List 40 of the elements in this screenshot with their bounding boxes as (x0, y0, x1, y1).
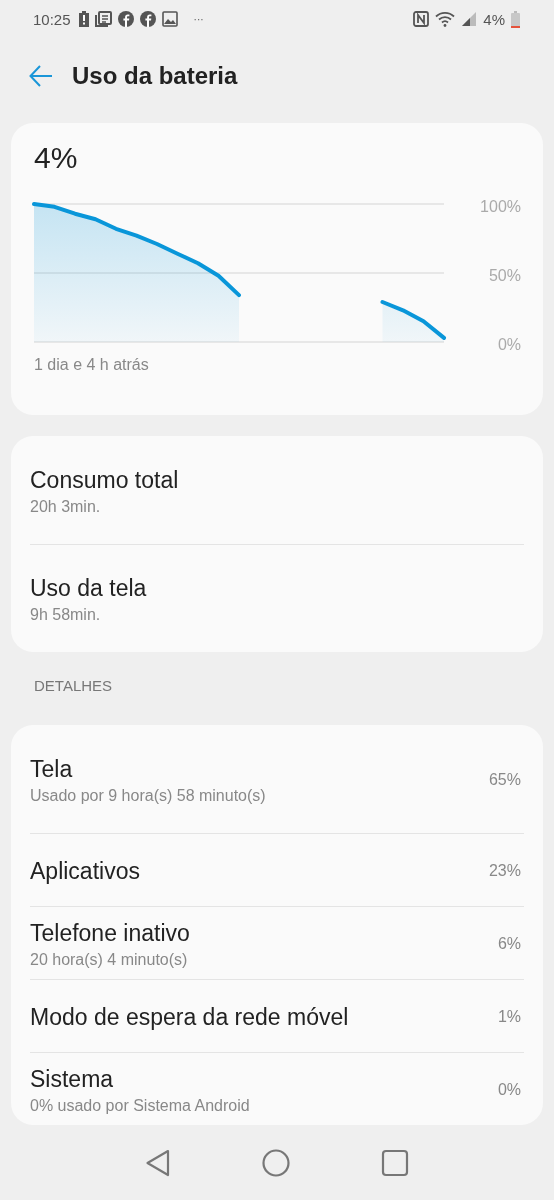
detail-percent: 0% (497, 1081, 521, 1099)
back-arrow-icon[interactable] (29, 65, 53, 87)
detail-title[interactable]: Aplicativos (30, 857, 489, 885)
detail-percent: 6% (497, 935, 521, 953)
axis-label: 50% (488, 267, 521, 284)
axis-label: 100% (480, 198, 521, 215)
axis-label: 0% (497, 336, 521, 353)
battery-icon (511, 10, 520, 28)
back-icon[interactable] (145, 1148, 172, 1177)
detail-subtitle: 0% usado por Sistema Android (30, 1096, 251, 1115)
detail-title[interactable]: Telefone inativo (30, 919, 498, 947)
more-notifications-indicator: ··· (193, 13, 204, 25)
nfc-icon (413, 11, 430, 27)
section-header: DETALHES (33, 676, 114, 696)
page-title: Uso da bateria (72, 62, 238, 90)
detail-title[interactable]: Sistema (30, 1065, 498, 1093)
facebook-icon (139, 11, 156, 27)
news-icon (94, 11, 112, 27)
detail-title[interactable]: Modo de espera da rede móvel (30, 1003, 498, 1031)
signal-icon (461, 11, 478, 27)
home-icon[interactable] (262, 1148, 290, 1177)
summary-value: 20h 3min. (30, 497, 102, 516)
detail-subtitle: 20 hora(s) 4 minuto(s) (30, 950, 189, 969)
recents-icon[interactable] (380, 1148, 409, 1177)
summary-title: Consumo total (30, 466, 180, 494)
facebook-icon (117, 11, 134, 27)
image-icon (161, 11, 178, 27)
battery-percent: 4% (483, 10, 505, 28)
battery-level-text: 4% (33, 143, 79, 173)
detail-subtitle: Usado por 9 hora(s) 58 minuto(s) (30, 786, 267, 805)
detail-percent: 23% (488, 862, 521, 880)
detail-title[interactable]: Tela (30, 755, 489, 783)
status-time: 10:25 (33, 10, 71, 28)
detail-percent: 1% (497, 1008, 521, 1026)
detail-percent: 65% (488, 771, 521, 789)
battery-alert-icon (78, 11, 89, 27)
wifi-icon (435, 11, 456, 27)
time-range-caption: 1 dia e 4 h atrás (33, 356, 150, 374)
summary-value: 9h 58min. (30, 606, 102, 624)
summary-title: Uso da tela (30, 575, 148, 602)
